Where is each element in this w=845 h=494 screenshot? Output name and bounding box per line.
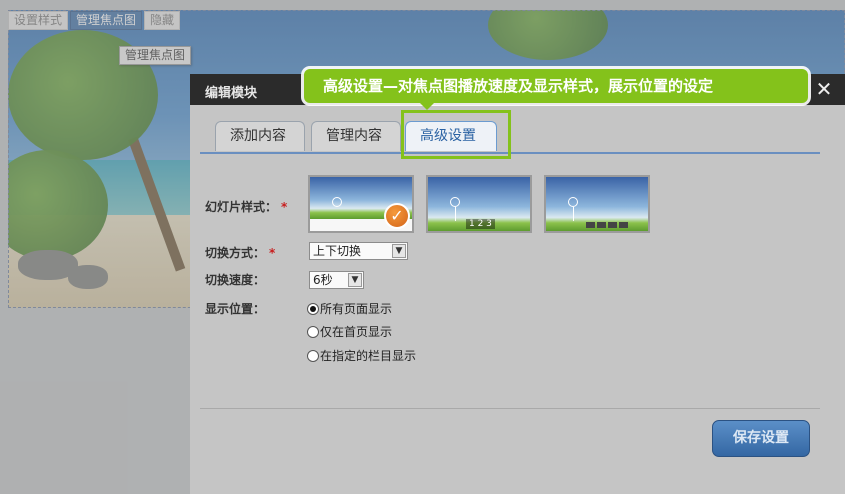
footer-divider [200, 408, 820, 409]
tab-manage-content[interactable]: 管理内容 [311, 121, 401, 151]
speed-value: 6秒 [313, 273, 333, 287]
dandelion-stem [455, 207, 456, 221]
transition-value: 上下切换 [313, 244, 362, 258]
speed-select[interactable]: 6秒 ▼ [309, 271, 364, 289]
slide-style-thumbnail-3[interactable] [544, 175, 650, 233]
dandelion-stem [573, 207, 574, 221]
tab-advanced-settings[interactable]: 高级设置 [405, 121, 497, 151]
edit-module-dialog: 编辑模块 ✕ 添加内容 管理内容 高级设置 幻灯片样式： * ✓ 1 2 3 切换… [190, 74, 845, 494]
radio-checked[interactable] [307, 302, 319, 315]
slide-style-label: 幻灯片样式： * [205, 200, 288, 214]
position-option-specific-section[interactable]: 在指定的栏目显示 [307, 347, 416, 364]
position-label: 显示位置： [205, 302, 266, 316]
position-option-homepage-only[interactable]: 仅在首页显示 [307, 323, 392, 340]
dandelion-icon [450, 197, 460, 207]
tab-underline [200, 152, 820, 154]
chevron-down-icon: ▼ [348, 273, 362, 287]
thumbnail-square-indicator [586, 222, 628, 228]
slide-style-thumbnail-2[interactable]: 1 2 3 [426, 175, 532, 233]
radio-unchecked[interactable] [307, 325, 319, 338]
dandelion-icon [332, 197, 342, 207]
selected-check-icon: ✓ [384, 203, 410, 229]
thumbnail-number-indicator: 1 2 3 [466, 219, 495, 229]
radio-unchecked[interactable] [307, 349, 319, 362]
transition-label: 切换方式： * [205, 246, 276, 260]
advanced-settings-callout: 高级设置—对焦点图播放速度及显示样式，展示位置的设定 [304, 69, 808, 103]
dialog-title: 编辑模块 [205, 86, 258, 101]
position-option-all-pages[interactable]: 所有页面显示 [307, 300, 392, 317]
transition-select[interactable]: 上下切换 ▼ [309, 242, 408, 260]
close-icon[interactable]: ✕ [813, 78, 835, 100]
speed-label: 切换速度： [205, 273, 266, 287]
slide-style-thumbnail-1[interactable]: ✓ [308, 175, 414, 233]
dandelion-icon [568, 197, 578, 207]
tab-add-content[interactable]: 添加内容 [215, 121, 305, 151]
callout-arrow [418, 101, 436, 110]
save-settings-button[interactable]: 保存设置 [712, 420, 810, 457]
chevron-down-icon: ▼ [392, 244, 406, 258]
